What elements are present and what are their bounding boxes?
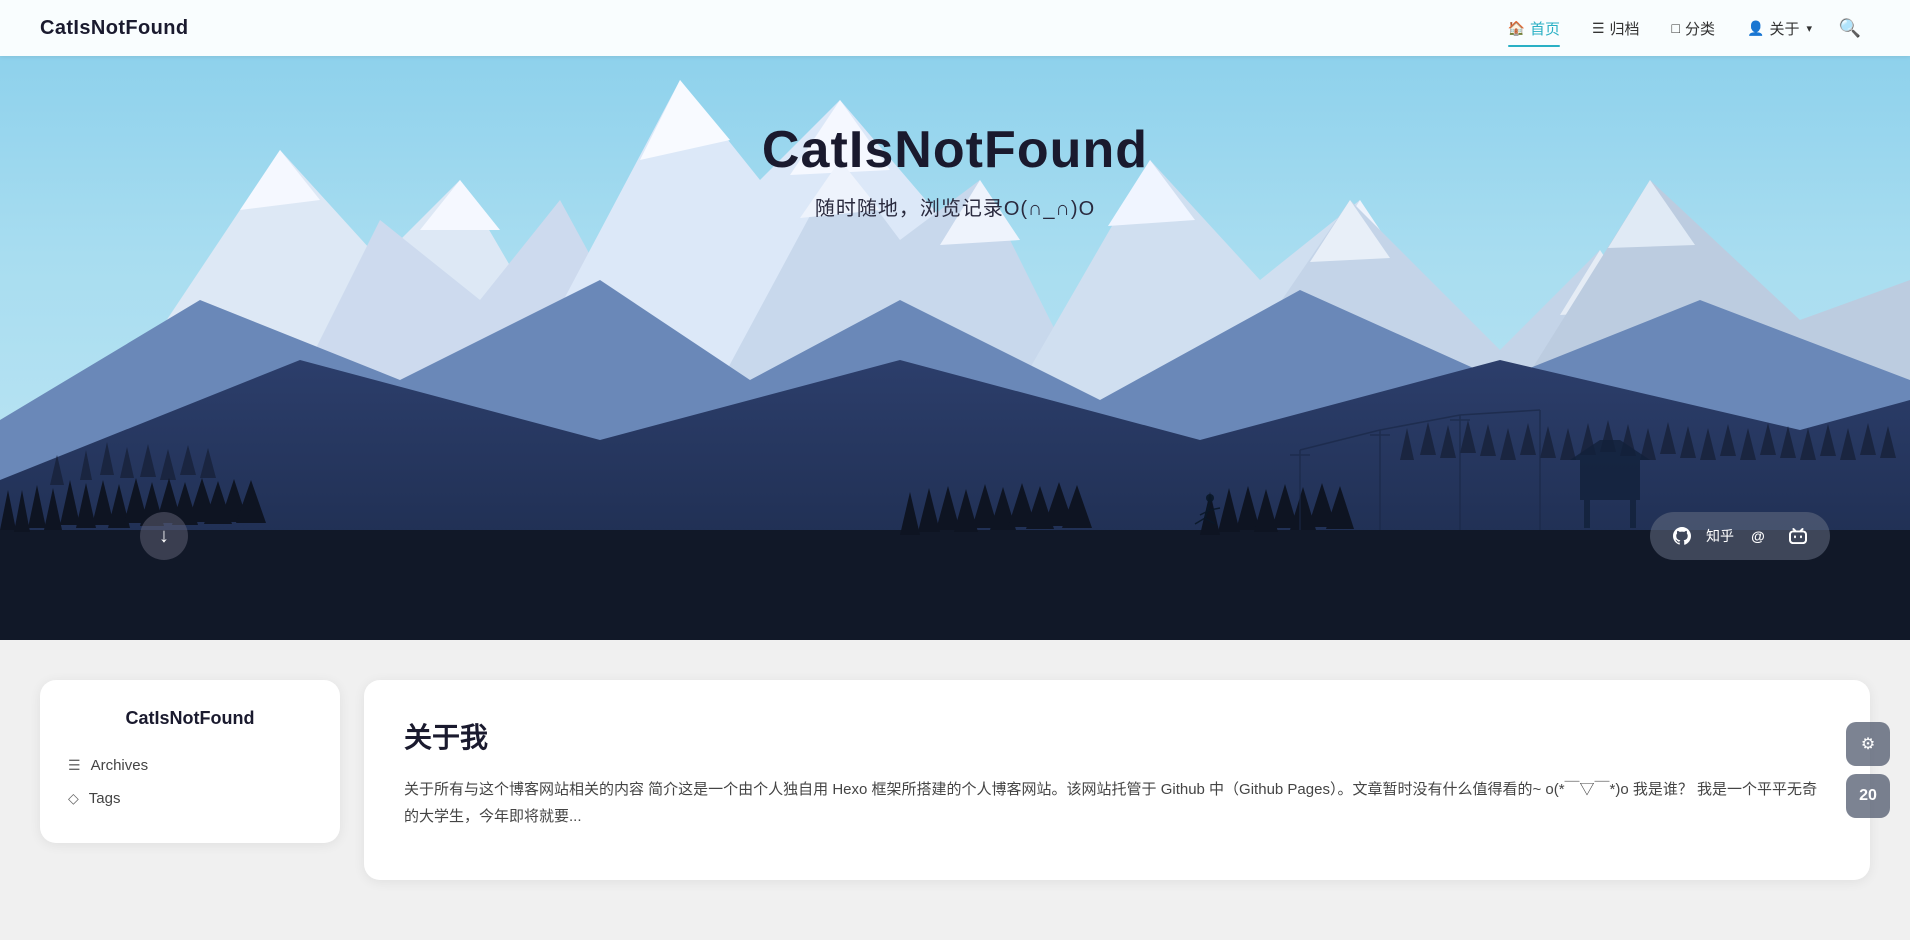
user-icon: 👤 bbox=[1747, 20, 1764, 37]
arrow-down-icon: ↓ bbox=[159, 525, 169, 548]
settings-fab-button[interactable]: ⚙ bbox=[1846, 722, 1890, 766]
hero-text: CatIsNotFound 随时随地，浏览记录O(∩_∩)O bbox=[762, 120, 1148, 221]
about-body: 关于所有与这个博客网站相关的内容 简介这是一个由个人独自用 Hexo 框架所搭建… bbox=[404, 776, 1830, 830]
zhihu-label[interactable]: 知乎 bbox=[1706, 526, 1734, 546]
sidebar-link-tags[interactable]: ◇ Tags bbox=[64, 782, 316, 815]
navbar-links: 🏠 首页 ☰ 归档 □ 分类 👤 关于 ▾ 🔍 bbox=[1494, 8, 1871, 48]
hero-section: CatIsNotFound 随时随地，浏览记录O(∩_∩)O ↓ 知乎 @ bbox=[0, 0, 1910, 640]
mountains-illustration bbox=[0, 0, 1910, 640]
sidebar-link-archives[interactable]: ☰ Archives bbox=[64, 749, 316, 782]
search-button[interactable]: 🔍 bbox=[1830, 8, 1870, 48]
github-button[interactable] bbox=[1666, 520, 1698, 552]
sidebar-site-name: CatIsNotFound bbox=[64, 708, 316, 729]
home-icon: 🏠 bbox=[1508, 20, 1525, 37]
nav-item-categories[interactable]: □ 分类 bbox=[1658, 12, 1729, 45]
tags-sidebar-icon: ◇ bbox=[68, 790, 79, 807]
fab-area: ⚙ 20 bbox=[1846, 722, 1890, 818]
about-title: 关于我 bbox=[404, 716, 1830, 756]
email-button[interactable]: @ bbox=[1742, 520, 1774, 552]
sidebar: CatIsNotFound ☰ Archives ◇ Tags bbox=[40, 680, 340, 880]
main-content: 关于我 关于所有与这个博客网站相关的内容 简介这是一个由个人独自用 Hexo 框… bbox=[364, 680, 1870, 880]
gear-icon: ⚙ bbox=[1861, 734, 1875, 754]
hero-title: CatIsNotFound bbox=[762, 120, 1148, 180]
categories-icon: □ bbox=[1672, 20, 1680, 36]
scroll-top-fab-button[interactable]: 20 bbox=[1846, 774, 1890, 818]
archive-icon: ☰ bbox=[1592, 20, 1605, 37]
hero-subtitle: 随时随地，浏览记录O(∩_∩)O bbox=[762, 192, 1148, 221]
archive-sidebar-icon: ☰ bbox=[68, 757, 81, 774]
bilibili-button[interactable] bbox=[1782, 520, 1814, 552]
count-label: 20 bbox=[1859, 787, 1877, 805]
nav-item-about[interactable]: 👤 关于 ▾ bbox=[1733, 12, 1826, 45]
scroll-down-button[interactable]: ↓ bbox=[140, 512, 188, 560]
nav-item-archives[interactable]: ☰ 归档 bbox=[1578, 12, 1654, 45]
social-bar: 知乎 @ bbox=[1650, 512, 1830, 560]
sidebar-card: CatIsNotFound ☰ Archives ◇ Tags bbox=[40, 680, 340, 843]
chevron-down-icon: ▾ bbox=[1806, 22, 1812, 35]
nav-item-home[interactable]: 🏠 首页 bbox=[1494, 12, 1574, 45]
navbar-logo[interactable]: CatIsNotFound bbox=[40, 17, 189, 40]
navbar: CatIsNotFound 🏠 首页 ☰ 归档 □ 分类 👤 关于 ▾ 🔍 bbox=[0, 0, 1910, 56]
content-area: CatIsNotFound ☰ Archives ◇ Tags 关于我 关于所有… bbox=[0, 640, 1910, 940]
